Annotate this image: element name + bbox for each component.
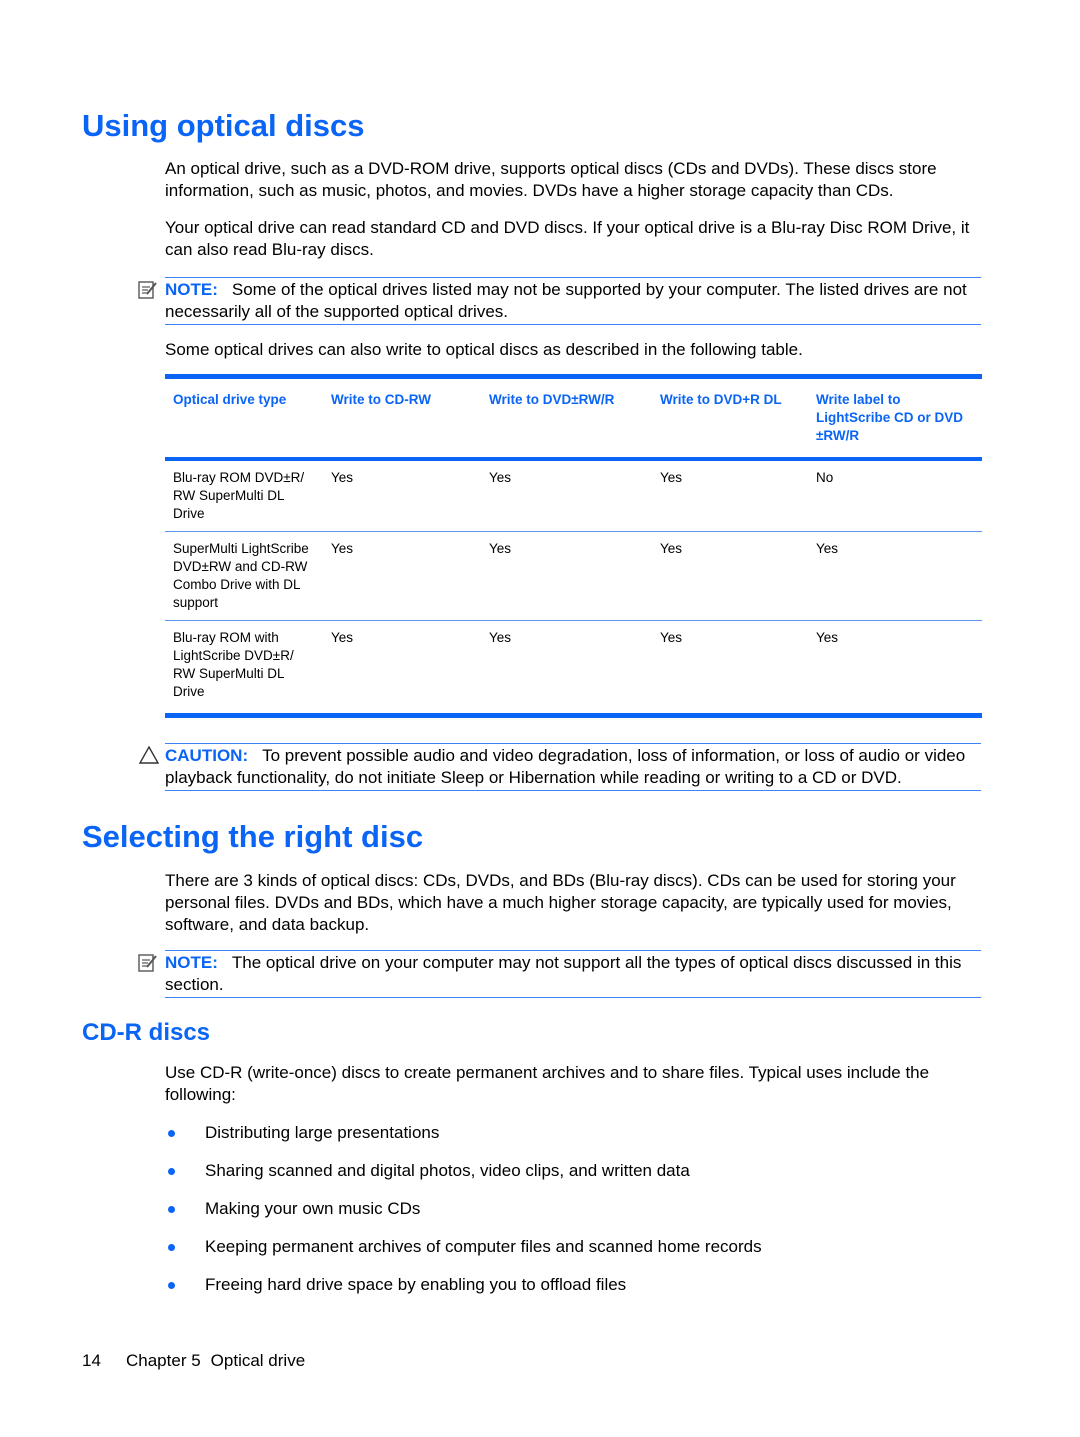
section-title-selecting-right-disc: Selecting the right disc	[82, 819, 424, 854]
chapter-label: Chapter 5	[126, 1351, 201, 1370]
caution-callout: CAUTION: To prevent possible audio and vi…	[165, 743, 981, 791]
page-number: 14	[82, 1351, 101, 1370]
caution-text: To prevent possible audio and video degr…	[165, 746, 966, 787]
bullet-icon	[168, 1206, 175, 1213]
table-cell: Blu-ray ROM DVD±R/ RW SuperMulti DL Driv…	[165, 459, 323, 532]
table-header-row: Optical drive type Write to CD-RW Write …	[165, 374, 982, 461]
note-icon	[138, 954, 157, 972]
bullet-icon	[168, 1130, 175, 1137]
table-row: Blu-ray ROM DVD±R/ RW SuperMulti DL Driv…	[165, 459, 982, 532]
bullet-icon	[168, 1168, 175, 1175]
list-item-text: Freeing hard drive space by enabling you…	[205, 1275, 627, 1294]
section-title-cd-r-discs: CD-R discs	[82, 1019, 211, 1046]
table-cell: Yes	[323, 531, 481, 621]
table-cell: Yes	[323, 459, 481, 532]
caution-label: CAUTION:	[165, 746, 249, 765]
table-header-cell: Write to DVD+R DL	[652, 374, 808, 461]
note-icon	[138, 281, 157, 299]
table-cell: Yes	[652, 620, 808, 718]
cd-r-uses-list: Distributing large presentations Sharing…	[165, 1122, 985, 1312]
table-cell: Blu-ray ROM with LightScribe DVD±R/ RW S…	[165, 620, 323, 718]
list-item: Distributing large presentations	[165, 1122, 985, 1160]
list-item-text: Sharing scanned and digital photos, vide…	[205, 1161, 690, 1180]
table-header-cell: Write to DVD±RW/R	[481, 374, 652, 461]
section-title-using-optical-discs: Using optical discs	[82, 108, 365, 143]
table-cell: Yes	[652, 531, 808, 621]
list-item: Making your own music CDs	[165, 1198, 985, 1236]
note-callout-disc-support: NOTE: The optical drive on your computer …	[165, 950, 981, 998]
note-text: Some of the optical drives listed may no…	[165, 280, 967, 321]
caution-triangle-icon	[138, 745, 160, 764]
table-header-cell: Write to CD-RW	[323, 374, 481, 461]
note-text: The optical drive on your computer may n…	[165, 953, 962, 994]
table-header-cell: Optical drive type	[165, 374, 323, 461]
bullet-icon	[168, 1282, 175, 1289]
table-cell: Yes	[652, 459, 808, 532]
note-label: NOTE:	[165, 280, 218, 299]
table-row: SuperMulti LightScribe DVD±RW and CD-RW …	[165, 531, 982, 621]
cd-r-paragraph: Use CD-R (write-once) discs to create pe…	[165, 1063, 930, 1104]
page-footer: 14 Chapter 5 Optical drive	[82, 1350, 305, 1372]
read-capability-paragraph: Your optical drive can read standard CD …	[165, 218, 970, 259]
table-cell: Yes	[323, 620, 481, 718]
list-item: Keeping permanent archives of computer f…	[165, 1236, 985, 1274]
note-label: NOTE:	[165, 953, 218, 972]
table-cell: Yes	[808, 620, 982, 718]
list-item-text: Making your own music CDs	[205, 1199, 421, 1218]
list-item: Freeing hard drive space by enabling you…	[165, 1274, 985, 1312]
chapter-title: Optical drive	[210, 1351, 306, 1370]
table-cell: Yes	[808, 531, 982, 621]
table-cell: SuperMulti LightScribe DVD±RW and CD-RW …	[165, 531, 323, 621]
disc-types-paragraph: There are 3 kinds of optical discs: CDs,…	[165, 871, 956, 934]
list-item-text: Distributing large presentations	[205, 1123, 440, 1142]
table-cell: No	[808, 459, 982, 532]
table-intro-paragraph: Some optical drives can also write to op…	[165, 340, 803, 359]
list-item: Sharing scanned and digital photos, vide…	[165, 1160, 985, 1198]
list-item-text: Keeping permanent archives of computer f…	[205, 1237, 762, 1256]
note-callout-drives: NOTE: Some of the optical drives listed m…	[165, 277, 981, 325]
table-header-cell: Write label to LightScribe CD or DVD ±RW…	[808, 374, 982, 461]
bullet-icon	[168, 1244, 175, 1251]
table-cell: Yes	[481, 531, 652, 621]
table-row: Blu-ray ROM with LightScribe DVD±R/ RW S…	[165, 620, 982, 718]
intro-paragraph: An optical drive, such as a DVD-ROM driv…	[165, 159, 937, 200]
optical-drive-table: Optical drive type Write to CD-RW Write …	[165, 374, 982, 718]
table-cell: Yes	[481, 620, 652, 718]
table-cell: Yes	[481, 459, 652, 532]
